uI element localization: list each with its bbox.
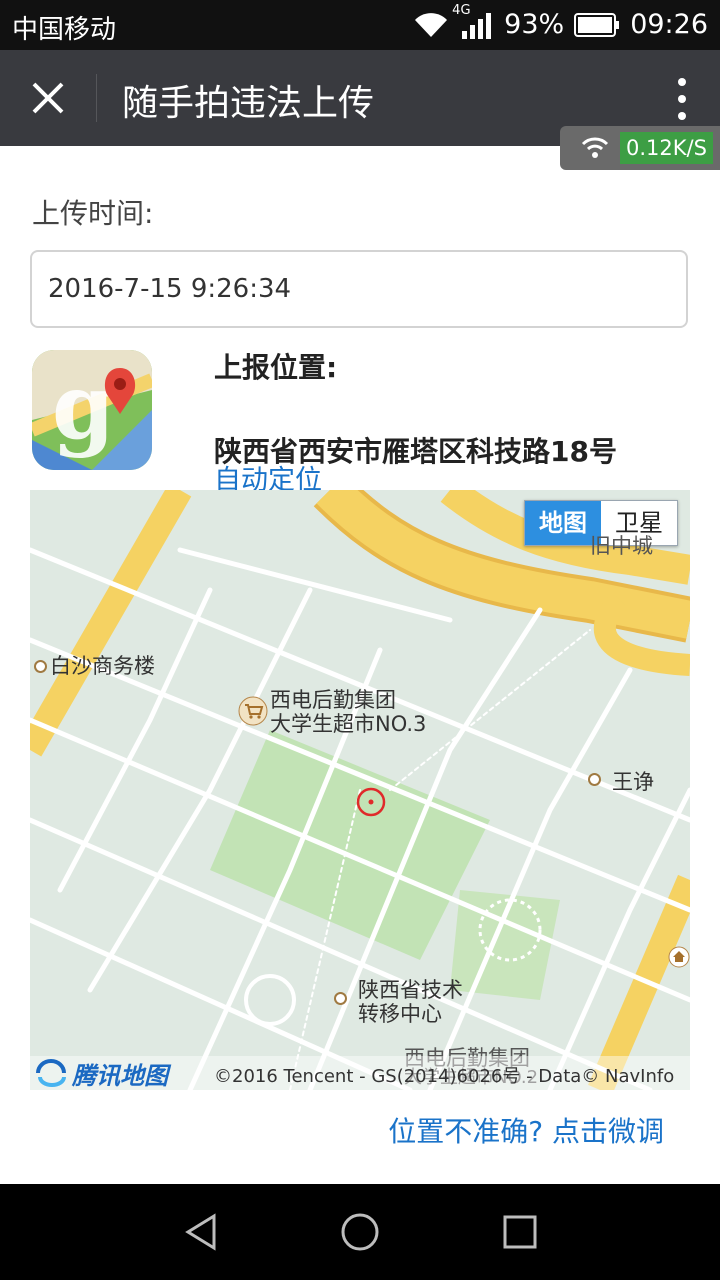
battery-icon [574,12,620,37]
network-speed: 0.12K/S [620,132,713,164]
poi-tech-line1[interactable]: 陕西省技术 [358,978,463,1002]
shopping-cart-icon [238,696,268,726]
map-copyright: ©2016 Tencent - GS(2014)6026号 - Data© Na… [214,1066,675,1087]
upload-time-label: 上传时间: [32,197,154,230]
wifi-icon [581,137,609,158]
home-icon[interactable] [340,1212,380,1252]
tencent-map-logo-icon [36,1059,66,1087]
title-divider [96,74,97,122]
tencent-map-logo: 腾讯地图 [34,1058,168,1090]
upload-time-field[interactable]: 2016-7-15 9:26:34 [30,250,688,328]
google-maps-icon: g [32,350,152,470]
poi-partial-top: 旧中城 [590,534,653,558]
network-speed-badge: 0.12K/S [560,126,720,170]
close-icon[interactable] [22,72,74,124]
home-poi-icon [668,946,690,968]
more-vertical-icon[interactable] [672,76,692,122]
fine-tune-location-link[interactable]: 位置不准确? 点击微调 [388,1110,664,1150]
page-title: 随手拍违法上传 [122,83,375,124]
poi-wang-label[interactable]: 王诤 [612,770,654,794]
tencent-map-logo-text: 腾讯地图 [72,1061,168,1090]
map-view[interactable]: 地图 卫星 旧中城 白沙商务楼 西电后勤集团 大学生超市NO.3 王诤 陕西省技… [30,490,690,1090]
network-type: 4G [452,2,471,18]
recents-icon[interactable] [500,1212,540,1252]
poi-xidian-line1[interactable]: 西电后勤集团 [270,688,396,712]
back-icon[interactable] [182,1212,222,1252]
status-bar: 中国移动 4G 93% 09:26 [0,0,720,50]
poi-marker [588,773,601,786]
map-footer: 腾讯地图 ©2016 Tencent - GS(2014)6026号 - Dat… [30,1056,690,1090]
location-pin-icon [356,787,386,817]
carrier-name: 中国移动 [12,15,117,45]
poi-marker [34,660,47,673]
poi-baisha-label[interactable]: 白沙商务楼 [50,654,155,678]
poi-marker [334,992,347,1005]
battery-percent: 93% [504,9,565,40]
svg-text:g: g [52,354,115,460]
system-nav-bar [0,1184,720,1280]
poi-tech-line2[interactable]: 转移中心 [358,1002,442,1026]
wifi-icon [415,12,448,37]
poi-xidian-line2[interactable]: 大学生超市NO.3 [270,712,426,736]
report-location-label: 上报位置: [214,351,338,384]
clock: 09:26 [630,9,708,40]
